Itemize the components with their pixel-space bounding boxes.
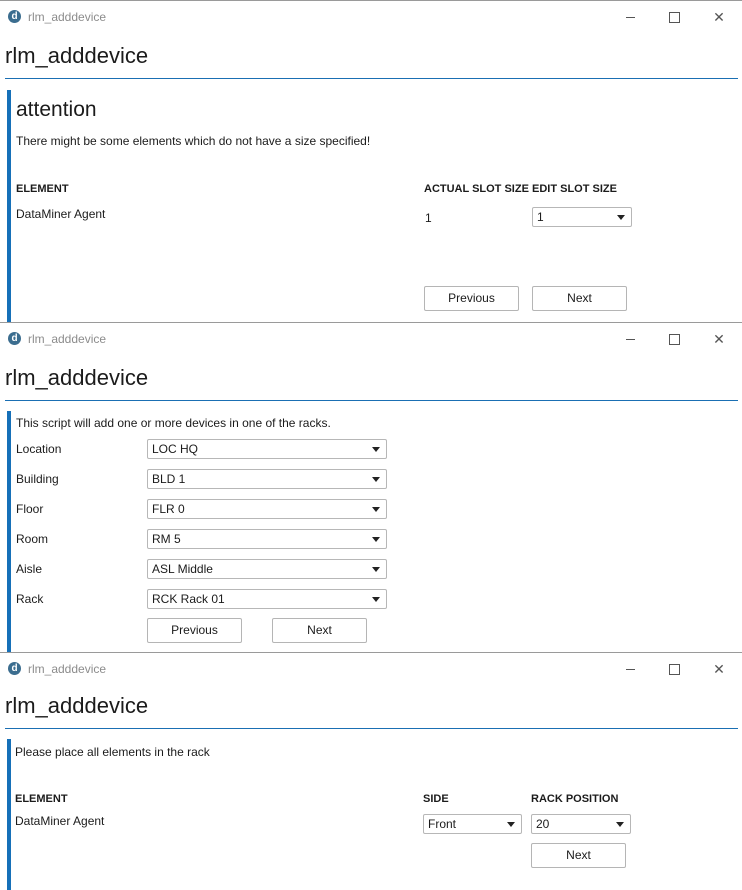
chevron-down-icon	[372, 567, 380, 572]
title-bar: d rlm_adddevice ✕	[0, 323, 742, 355]
window-rack-placement: d rlm_adddevice ✕ rlm_adddevice Please p…	[0, 652, 742, 890]
chevron-down-icon	[507, 822, 515, 827]
attention-message: There might be some elements which do no…	[16, 134, 371, 148]
maximize-icon[interactable]	[663, 328, 685, 350]
page-title: rlm_adddevice	[5, 693, 149, 718]
column-header-actual-slot-size: ACTUAL SLOT SIZE	[424, 183, 529, 195]
field-label-floor: Floor	[16, 502, 44, 516]
chevron-down-icon	[617, 215, 625, 220]
rack-position-value: 20	[536, 817, 550, 831]
field-label-building: Building	[16, 472, 59, 486]
building-dropdown[interactable]: BLD 1	[147, 469, 387, 489]
building-value: BLD 1	[152, 472, 186, 486]
column-header-edit-slot-size: EDIT SLOT SIZE	[532, 183, 617, 195]
side-value: Front	[428, 817, 457, 831]
location-dropdown[interactable]: LOC HQ	[147, 439, 387, 459]
window-title: rlm_adddevice	[28, 662, 107, 676]
minimize-icon[interactable]	[619, 658, 641, 680]
chevron-down-icon	[372, 447, 380, 452]
rack-position-dropdown[interactable]: 20	[531, 814, 631, 834]
location-value: LOC HQ	[152, 442, 199, 456]
aisle-dropdown[interactable]: ASL Middle	[147, 559, 387, 579]
dataminer-logo-icon: d	[8, 662, 21, 675]
element-name: DataMiner Agent	[15, 814, 105, 828]
floor-dropdown[interactable]: FLR 0	[147, 499, 387, 519]
placement-message: Please place all elements in the rack	[15, 745, 210, 759]
field-label-location: Location	[16, 442, 62, 456]
title-divider	[5, 728, 738, 729]
accent-bar	[7, 411, 11, 653]
chevron-down-icon	[372, 537, 380, 542]
maximize-icon[interactable]	[663, 658, 685, 680]
chevron-down-icon	[372, 507, 380, 512]
field-label-room: Room	[16, 532, 49, 546]
title-divider	[5, 400, 738, 401]
rack-value: RCK Rack 01	[152, 592, 225, 606]
column-header-element: ELEMENT	[15, 793, 68, 805]
next-button[interactable]: Next	[272, 618, 367, 643]
column-header-element: ELEMENT	[16, 183, 69, 195]
rack-dropdown[interactable]: RCK Rack 01	[147, 589, 387, 609]
close-icon[interactable]: ✕	[708, 328, 730, 350]
field-label-rack: Rack	[16, 592, 44, 606]
close-icon[interactable]: ✕	[708, 6, 730, 28]
intro-message: This script will add one or more devices…	[16, 416, 331, 430]
column-header-rack-position: RACK POSITION	[531, 793, 619, 805]
window-slot-size: d rlm_adddevice ✕ rlm_adddevice attentio…	[0, 0, 742, 323]
accent-bar	[7, 739, 11, 890]
previous-button[interactable]: Previous	[424, 286, 519, 311]
edit-slot-size-value: 1	[537, 210, 544, 224]
title-bar: d rlm_adddevice ✕	[0, 653, 742, 685]
window-title: rlm_adddevice	[28, 332, 107, 346]
accent-bar	[7, 90, 11, 323]
field-label-aisle: Aisle	[16, 562, 43, 576]
minimize-icon[interactable]	[619, 328, 641, 350]
chevron-down-icon	[616, 822, 624, 827]
room-value: RM 5	[152, 532, 181, 546]
actual-slot-size-value: 1	[425, 211, 432, 225]
title-bar: d rlm_adddevice ✕	[0, 1, 742, 33]
window-title: rlm_adddevice	[28, 10, 107, 24]
edit-slot-size-dropdown[interactable]: 1	[532, 207, 632, 227]
page-title: rlm_adddevice	[5, 43, 149, 68]
previous-button[interactable]: Previous	[147, 618, 242, 643]
window-rack-selection: d rlm_adddevice ✕ rlm_adddevice This scr…	[0, 322, 742, 653]
close-icon[interactable]: ✕	[708, 658, 730, 680]
next-button[interactable]: Next	[532, 286, 627, 311]
dataminer-logo-icon: d	[8, 10, 21, 23]
aisle-value: ASL Middle	[152, 562, 213, 576]
title-divider	[5, 78, 738, 79]
column-header-side: SIDE	[423, 793, 449, 805]
next-button[interactable]: Next	[531, 843, 626, 868]
chevron-down-icon	[372, 597, 380, 602]
page-title: rlm_adddevice	[5, 365, 149, 390]
minimize-icon[interactable]	[619, 6, 641, 28]
chevron-down-icon	[372, 477, 380, 482]
element-name: DataMiner Agent	[16, 207, 106, 221]
floor-value: FLR 0	[152, 502, 185, 516]
maximize-icon[interactable]	[663, 6, 685, 28]
attention-heading: attention	[16, 98, 97, 121]
side-dropdown[interactable]: Front	[423, 814, 522, 834]
dataminer-logo-icon: d	[8, 332, 21, 345]
room-dropdown[interactable]: RM 5	[147, 529, 387, 549]
